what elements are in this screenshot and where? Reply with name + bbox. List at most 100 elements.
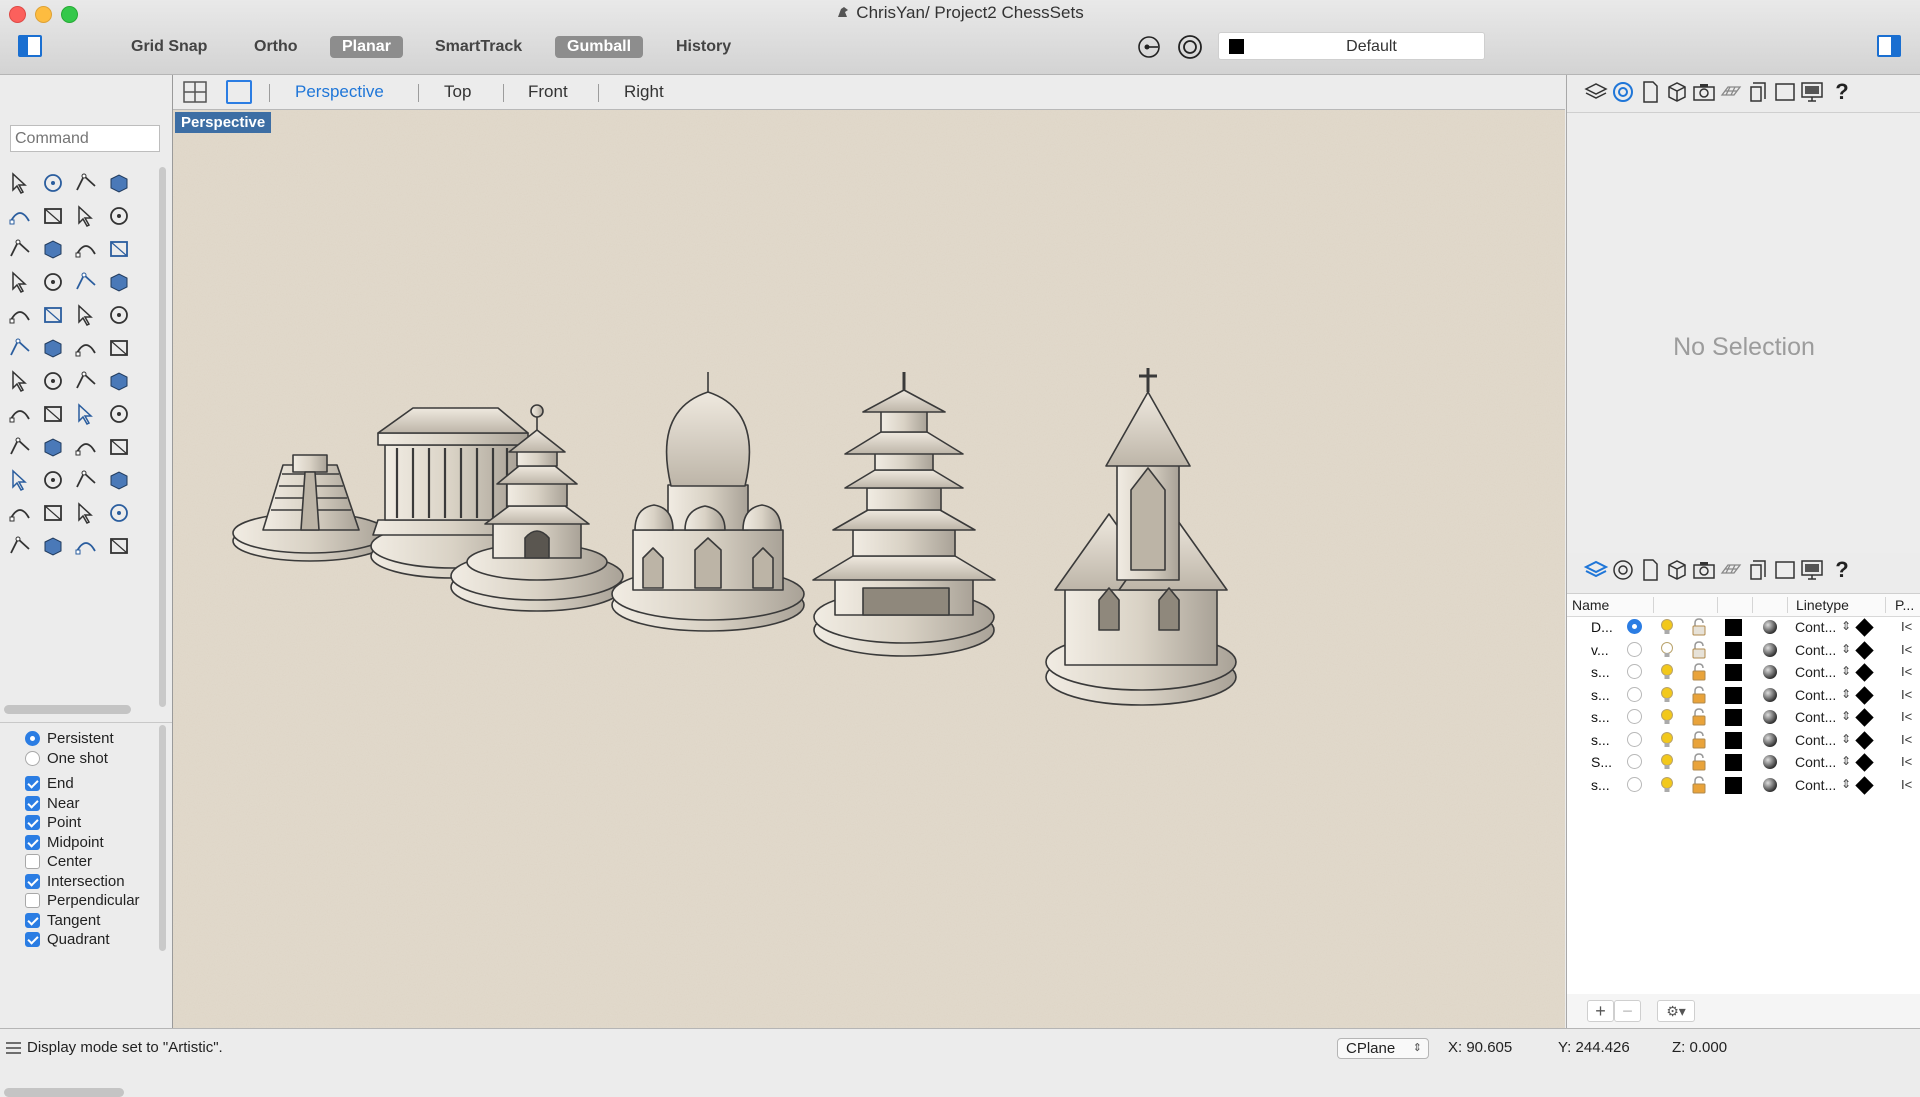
patch-tool-icon[interactable] [103,266,135,298]
dimension-tool-icon[interactable] [103,365,135,397]
command-history-menu-icon[interactable] [6,1042,21,1054]
viewport-name-label[interactable]: Perspective [175,112,272,133]
split-tool-icon[interactable] [70,299,102,331]
extrude-tool-icon[interactable] [37,398,69,430]
light-bulb-icon[interactable] [1659,708,1675,726]
zoom-selected-tool-icon[interactable] [103,464,135,496]
chevron-updown-icon[interactable]: ⇕ [1841,619,1851,633]
ortho-toggle[interactable]: Ortho [242,36,310,58]
one-shot-radio[interactable] [25,750,40,766]
print-color-diamond-icon[interactable] [1855,685,1874,705]
light-tool-icon[interactable] [4,530,36,562]
layer-color-swatch[interactable] [1725,709,1742,726]
zoom-window-tool-icon[interactable] [37,464,69,496]
print-color-diamond-icon[interactable] [1855,618,1874,637]
material-sphere-icon[interactable] [1763,665,1777,679]
osnap-perpendicular[interactable]: Perpendicular [25,889,140,911]
print-width-icon[interactable]: I< [1901,642,1912,657]
document-tab-icon[interactable] [1637,79,1663,105]
print-width-icon[interactable]: I< [1901,709,1912,724]
layer-linetype[interactable]: Cont... [1795,687,1836,703]
layer-color-swatch[interactable] [1725,619,1742,636]
object-properties-tab-icon[interactable] [1610,557,1636,583]
osnap-scrollbar[interactable] [159,725,166,951]
remove-layer-button[interactable]: − [1614,1000,1641,1022]
print-width-icon[interactable]: I< [1901,619,1912,634]
layer-name[interactable]: s... [1591,664,1619,680]
chevron-updown-icon[interactable]: ⇕ [1841,664,1851,678]
check-tool-icon[interactable] [37,431,69,463]
osnap-horizontal-scrollbar[interactable] [4,1088,124,1097]
quadrant-checkbox[interactable] [25,931,40,947]
center-checkbox[interactable] [25,853,40,869]
osnap-mode-persistent[interactable]: Persistent [25,727,114,749]
polygon-tool-icon[interactable] [70,200,102,232]
curve-tool-icon[interactable] [103,167,135,199]
print-color-diamond-icon[interactable] [1855,640,1874,660]
end-checkbox[interactable] [25,775,40,791]
light-bulb-icon[interactable] [1659,618,1675,636]
tool-palette-horizontal-scrollbar[interactable] [4,705,131,714]
display-tab-icon[interactable] [1799,557,1825,583]
tool-palette-scrollbar[interactable] [159,167,166,707]
align-tool-icon[interactable] [103,398,135,430]
osnap-end[interactable]: End [25,772,74,794]
current-layer-radio[interactable] [1627,731,1642,747]
current-layer-selector[interactable]: Default [1218,32,1485,60]
viewport-tab-icon[interactable] [1772,557,1798,583]
chevron-updown-icon[interactable]: ⇕ [1841,642,1851,656]
layer-color-swatch[interactable] [1725,776,1742,794]
lock-icon[interactable] [1691,640,1707,659]
document-tab-icon[interactable] [1637,557,1663,583]
chevron-updown-icon[interactable]: ⇕ [1841,687,1851,701]
viewport-tab-icon[interactable] [1772,79,1798,105]
rectangle-tool-icon[interactable] [103,200,135,232]
persistent-radio[interactable] [25,730,40,746]
text-tool-icon[interactable] [4,365,36,397]
add-layer-button[interactable]: + [1587,1000,1614,1022]
named-views-tab-icon[interactable] [1745,79,1771,105]
zoom-in-tool-icon[interactable] [4,464,36,496]
layer-name[interactable]: s... [1591,732,1619,748]
osnap-quadrant[interactable]: Quadrant [25,928,110,950]
layer-linetype[interactable]: Cont... [1795,732,1836,748]
named-views-tab-icon[interactable] [1745,557,1771,583]
osnap-mode-one-shot[interactable]: One shot [25,747,108,769]
analyze-tool-icon[interactable] [103,431,135,463]
print-color-diamond-icon[interactable] [1855,708,1874,727]
lock-icon[interactable] [1691,708,1707,726]
sphere-tool-icon[interactable] [37,266,69,298]
select-tool-icon[interactable] [4,167,36,199]
trim-tool-icon[interactable] [37,299,69,331]
bend-tool-icon[interactable] [103,332,135,364]
layer-linetype[interactable]: Cont... [1795,642,1836,658]
polyline-tool-icon[interactable] [70,167,102,199]
tab-right[interactable]: Right [624,82,664,102]
fillet-tool-icon[interactable] [37,233,69,265]
mesh-tool-icon[interactable] [70,497,102,529]
pipe-tool-icon[interactable] [4,431,36,463]
layer-color-swatch[interactable] [1725,686,1742,704]
circle-tool-icon[interactable] [4,200,36,232]
ellipse-tool-icon[interactable] [37,200,69,232]
layer-linetype[interactable]: Cont... [1795,709,1836,725]
color-wheel-tool-icon[interactable] [103,530,135,562]
current-layer-radio[interactable] [1627,619,1642,634]
display-tab-icon[interactable] [1799,79,1825,105]
layer-row[interactable]: v... Cont... ⇕ I< [1567,639,1920,661]
layer-row[interactable]: s... Cont... ⇕ I< [1567,706,1920,728]
print-width-icon[interactable]: I< [1901,732,1912,747]
lock-icon[interactable] [1691,775,1707,794]
layer-row[interactable]: s... Cont... ⇕ I< [1567,774,1920,796]
current-layer-radio[interactable] [1627,709,1642,724]
light-bulb-icon[interactable] [1659,753,1675,771]
box-tool-icon[interactable] [4,266,36,298]
chevron-updown-icon[interactable]: ⇕ [1841,754,1851,768]
current-layer-radio[interactable] [1627,641,1642,657]
planar-toggle[interactable]: Planar [330,36,403,58]
sweep-tool-icon[interactable] [103,233,135,265]
grid-tab-icon[interactable] [1718,79,1744,105]
layers-tab-icon[interactable] [1583,79,1609,105]
object-cube-tab-icon[interactable] [1664,79,1690,105]
explode-tool-icon[interactable] [4,299,36,331]
